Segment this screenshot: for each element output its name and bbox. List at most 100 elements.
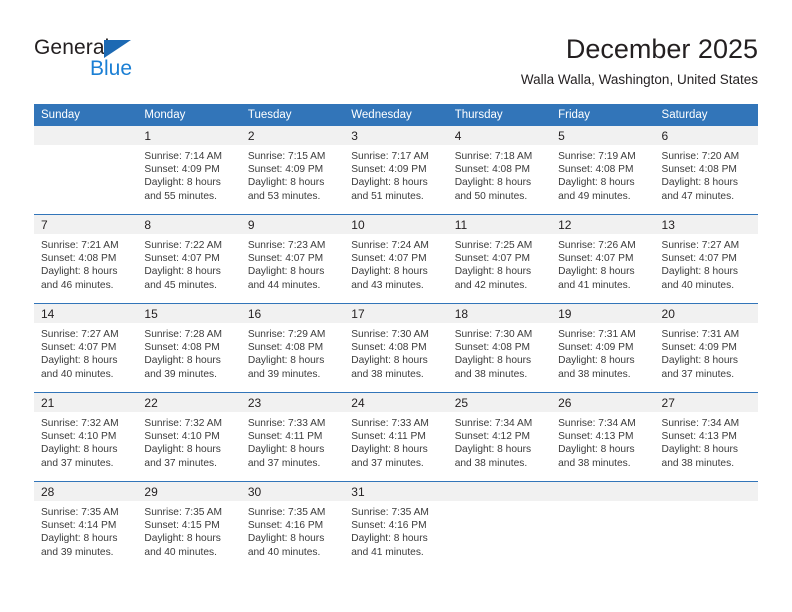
sunrise-time: Sunrise: 7:23 AM <box>247 240 326 251</box>
day-number: 24 <box>344 393 448 412</box>
sunrise-time: Sunrise: 7:34 AM <box>661 418 740 429</box>
daylight-line-1: Daylight: 8 hours <box>41 355 118 367</box>
sunset-time: Sunset: 4:07 PM <box>558 253 634 265</box>
day-sun-info: Sunrise: 7:31 AM Sunset: 4:09 PM Daylight:… <box>551 323 654 381</box>
sunset-time: Sunset: 4:12 PM <box>454 431 531 443</box>
daylight-line-1: Daylight: 8 hours <box>41 444 118 456</box>
daylight-line-2: and 40 minutes. <box>247 546 321 558</box>
day-number: 3 <box>344 126 448 145</box>
day-number: 31 <box>344 482 448 501</box>
daylight-line-1: Daylight: 8 hours <box>144 355 221 367</box>
daylight-line-1: Daylight: 8 hours <box>454 355 532 367</box>
sunset-time: Sunset: 4:07 PM <box>247 253 324 265</box>
day-number: 2 <box>240 126 345 145</box>
day-number: 16 <box>240 304 345 323</box>
weekday-header-monday: Monday <box>137 104 241 126</box>
calendar-day-cell[interactable]: 17 Sunrise: 7:30 AM Sunset: 4:08 PM Dayligh… <box>344 304 448 392</box>
daylight-line-2: and 37 minutes. <box>661 368 735 380</box>
calendar-day-cell[interactable]: 22 Sunrise: 7:32 AM Sunset: 4:10 PM Dayligh… <box>137 393 241 481</box>
sunset-time: Sunset: 4:10 PM <box>144 431 220 443</box>
day-sun-info: Sunrise: 7:21 AM Sunset: 4:08 PM Daylight:… <box>34 234 137 292</box>
sunset-time: Sunset: 4:16 PM <box>247 520 324 532</box>
day-sun-info: Sunrise: 7:23 AM Sunset: 4:07 PM Daylight:… <box>241 234 344 292</box>
day-number: 15 <box>137 304 241 323</box>
calendar-day-cell[interactable]: 21 Sunrise: 7:32 AM Sunset: 4:10 PM Dayligh… <box>34 393 138 481</box>
weekday-header-sunday: Sunday <box>34 104 138 126</box>
daylight-line-1: Daylight: 8 hours <box>144 533 221 545</box>
day-sun-info: Sunrise: 7:33 AM Sunset: 4:11 PM Daylight:… <box>344 412 447 470</box>
daylight-line-2: and 45 minutes. <box>144 279 217 291</box>
daylight-line-2: and 37 minutes. <box>41 457 114 469</box>
calendar-day-cell[interactable]: 12 Sunrise: 7:26 AM Sunset: 4:07 PM Dayligh… <box>551 215 655 303</box>
daylight-line-1: Daylight: 8 hours <box>247 444 325 456</box>
calendar-day-cell[interactable]: 5 Sunrise: 7:19 AM Sunset: 4:08 PM Daylight… <box>551 126 655 214</box>
day-sun-info: Sunrise: 7:24 AM Sunset: 4:07 PM Daylight:… <box>344 234 447 292</box>
title-block: December 2025 Walla Walla, Washington, U… <box>521 33 758 88</box>
daylight-line-1: Daylight: 8 hours <box>351 177 428 189</box>
calendar-day-cell[interactable]: 6 Sunrise: 7:20 AM Sunset: 4:08 PM Daylight… <box>654 126 758 214</box>
day-sun-info: Sunrise: 7:15 AM Sunset: 4:09 PM Daylight:… <box>241 145 344 203</box>
calendar-day-cell[interactable]: 24 Sunrise: 7:33 AM Sunset: 4:11 PM Dayligh… <box>344 393 448 481</box>
weekday-header-wednesday: Wednesday <box>344 104 448 126</box>
sunset-time: Sunset: 4:10 PM <box>41 431 117 443</box>
calendar-day-cell[interactable]: 20 Sunrise: 7:31 AM Sunset: 4:09 PM Dayligh… <box>654 304 758 392</box>
sunset-time: Sunset: 4:08 PM <box>454 164 531 176</box>
calendar-day-cell[interactable]: 10 Sunrise: 7:24 AM Sunset: 4:07 PM Dayligh… <box>344 215 448 303</box>
calendar-empty-cell <box>447 482 552 570</box>
calendar-day-cell[interactable]: 7 Sunrise: 7:21 AM Sunset: 4:08 PM Daylight… <box>34 215 138 303</box>
day-number: 22 <box>137 393 241 412</box>
day-number: 5 <box>551 126 655 145</box>
day-number: 21 <box>34 393 138 412</box>
daylight-line-1: Daylight: 8 hours <box>351 266 428 278</box>
daylight-line-1: Daylight: 8 hours <box>661 177 738 189</box>
calendar-day-cell[interactable]: 23 Sunrise: 7:33 AM Sunset: 4:11 PM Dayligh… <box>240 393 345 481</box>
calendar-day-cell[interactable]: 25 Sunrise: 7:34 AM Sunset: 4:12 PM Dayligh… <box>447 393 552 481</box>
day-number: 19 <box>551 304 655 323</box>
calendar-day-cell[interactable]: 19 Sunrise: 7:31 AM Sunset: 4:09 PM Dayligh… <box>551 304 655 392</box>
calendar-day-cell[interactable]: 30 Sunrise: 7:35 AM Sunset: 4:16 PM Dayligh… <box>240 482 345 570</box>
day-number: 18 <box>447 304 552 323</box>
calendar-day-cell[interactable]: 2 Sunrise: 7:15 AM Sunset: 4:09 PM Daylight… <box>240 126 345 214</box>
weekday-header-saturday: Saturday <box>654 104 758 126</box>
logo-triangle-icon <box>104 40 131 58</box>
calendar-day-cell[interactable]: 16 Sunrise: 7:29 AM Sunset: 4:08 PM Dayligh… <box>240 304 345 392</box>
daylight-line-2: and 42 minutes. <box>454 279 528 291</box>
daylight-line-1: Daylight: 8 hours <box>558 266 635 278</box>
calendar-day-cell[interactable]: 3 Sunrise: 7:17 AM Sunset: 4:09 PM Daylight… <box>344 126 448 214</box>
sunrise-time: Sunrise: 7:35 AM <box>351 507 429 518</box>
daylight-line-1: Daylight: 8 hours <box>247 533 325 545</box>
day-number: 30 <box>240 482 345 501</box>
sunrise-time: Sunrise: 7:35 AM <box>41 507 119 518</box>
daylight-line-2: and 38 minutes. <box>454 368 528 380</box>
sunrise-time: Sunrise: 7:22 AM <box>144 240 223 251</box>
daylight-line-2: and 38 minutes. <box>661 457 735 469</box>
calendar-day-cell[interactable]: 4 Sunrise: 7:18 AM Sunset: 4:08 PM Daylight… <box>447 126 552 214</box>
sunset-time: Sunset: 4:13 PM <box>558 431 634 443</box>
calendar-day-cell[interactable]: 18 Sunrise: 7:30 AM Sunset: 4:08 PM Dayligh… <box>447 304 552 392</box>
day-sun-info: Sunrise: 7:35 AM Sunset: 4:16 PM Daylight:… <box>344 501 447 559</box>
calendar-day-cell[interactable]: 13 Sunrise: 7:27 AM Sunset: 4:07 PM Dayligh… <box>654 215 758 303</box>
calendar-day-cell[interactable]: 11 Sunrise: 7:25 AM Sunset: 4:07 PM Dayligh… <box>447 215 552 303</box>
calendar-day-cell[interactable]: 29 Sunrise: 7:35 AM Sunset: 4:15 PM Dayligh… <box>137 482 241 570</box>
day-sun-info: Sunrise: 7:19 AM Sunset: 4:08 PM Daylight:… <box>551 145 654 203</box>
calendar-day-cell[interactable]: 1 Sunrise: 7:14 AM Sunset: 4:09 PM Daylight… <box>137 126 241 214</box>
day-sun-info: Sunrise: 7:34 AM Sunset: 4:12 PM Daylight:… <box>448 412 551 470</box>
calendar-day-cell[interactable]: 15 Sunrise: 7:28 AM Sunset: 4:08 PM Dayligh… <box>137 304 241 392</box>
daylight-line-2: and 38 minutes. <box>351 368 424 380</box>
day-number: 29 <box>137 482 241 501</box>
day-sun-info: Sunrise: 7:17 AM Sunset: 4:09 PM Daylight:… <box>344 145 447 203</box>
calendar-day-cell[interactable]: 28 Sunrise: 7:35 AM Sunset: 4:14 PM Dayligh… <box>34 482 138 570</box>
calendar-day-cell[interactable]: 31 Sunrise: 7:35 AM Sunset: 4:16 PM Dayligh… <box>344 482 448 570</box>
daylight-line-1: Daylight: 8 hours <box>454 177 532 189</box>
calendar-day-cell[interactable]: 14 Sunrise: 7:27 AM Sunset: 4:07 PM Dayligh… <box>34 304 138 392</box>
calendar-day-cell[interactable]: 9 Sunrise: 7:23 AM Sunset: 4:07 PM Daylight… <box>240 215 345 303</box>
day-sun-info: Sunrise: 7:34 AM Sunset: 4:13 PM Daylight:… <box>551 412 654 470</box>
calendar-day-cell[interactable]: 27 Sunrise: 7:34 AM Sunset: 4:13 PM Dayligh… <box>654 393 758 481</box>
calendar-day-cell[interactable]: 8 Sunrise: 7:22 AM Sunset: 4:07 PM Daylight… <box>137 215 241 303</box>
daylight-line-2: and 47 minutes. <box>661 190 735 202</box>
day-sun-info: Sunrise: 7:26 AM Sunset: 4:07 PM Daylight:… <box>551 234 654 292</box>
weekday-header-tuesday: Tuesday <box>240 104 345 126</box>
calendar-day-cell[interactable]: 26 Sunrise: 7:34 AM Sunset: 4:13 PM Dayligh… <box>551 393 655 481</box>
sunrise-time: Sunrise: 7:32 AM <box>144 418 223 429</box>
sunset-time: Sunset: 4:11 PM <box>351 431 426 443</box>
